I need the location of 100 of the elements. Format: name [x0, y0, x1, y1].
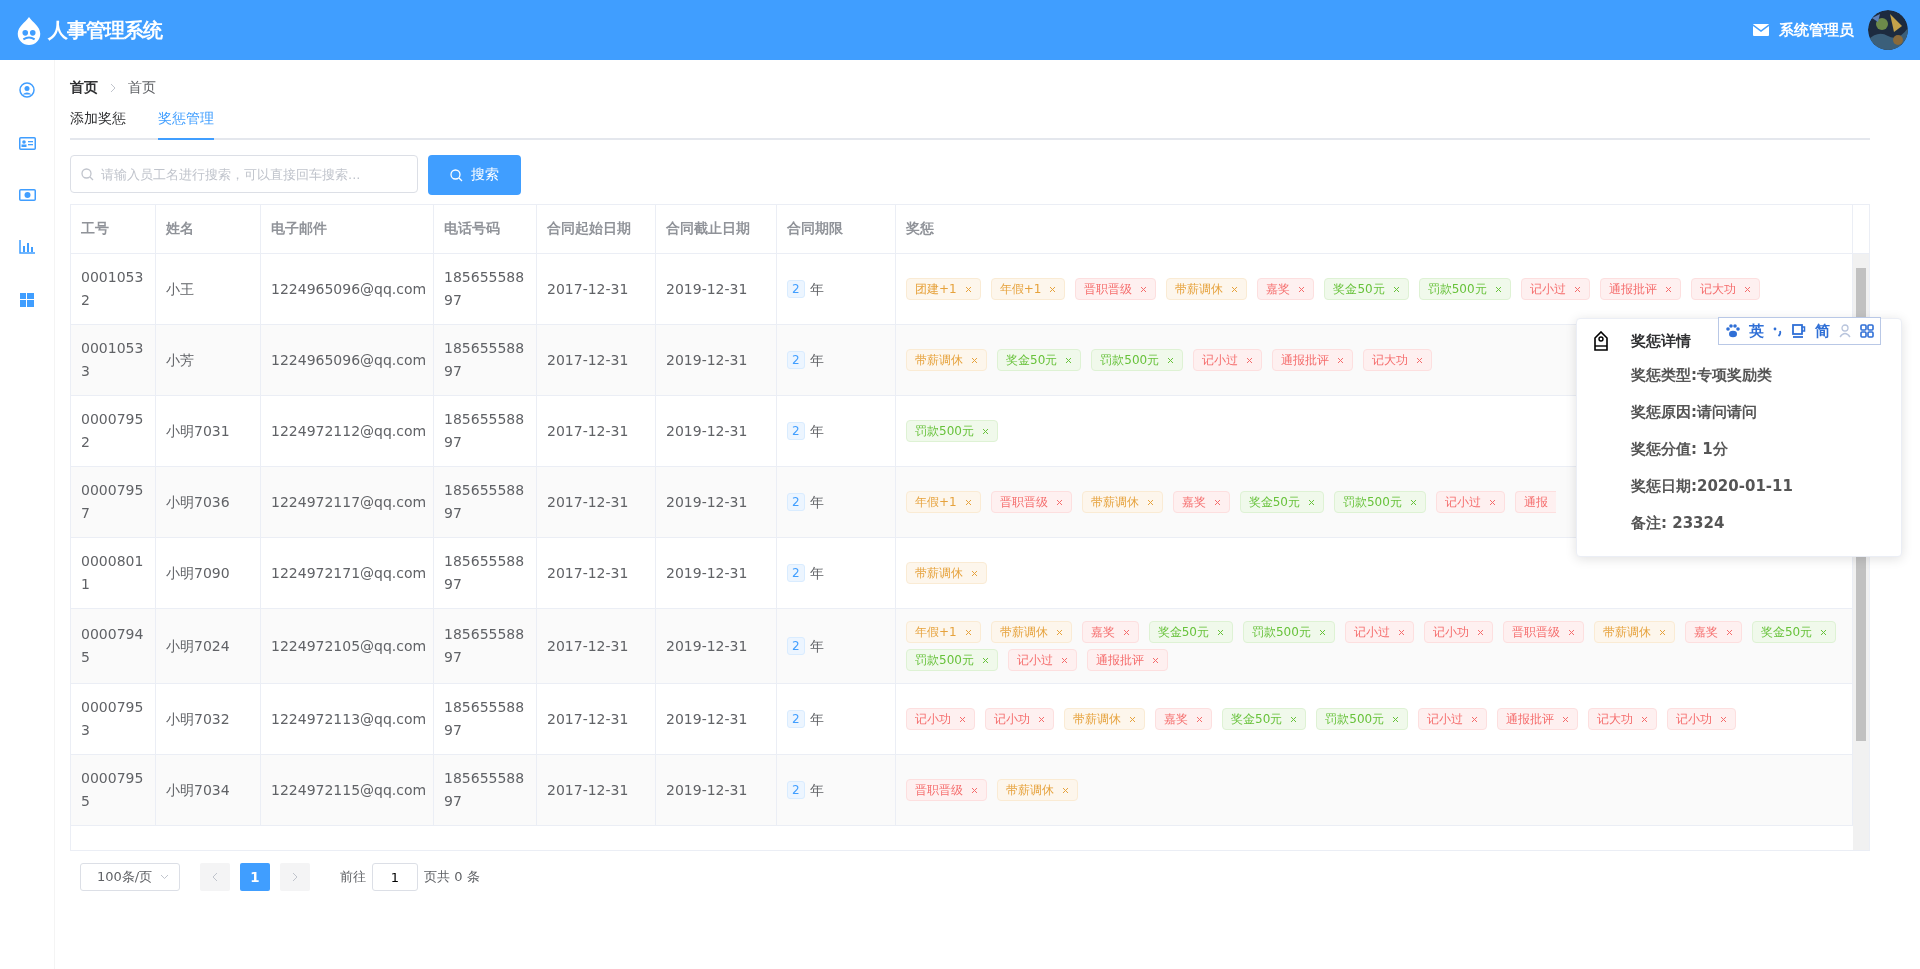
user-name[interactable]: 系统管理员 — [1779, 20, 1854, 40]
windows-icon[interactable] — [20, 293, 34, 307]
tab[interactable]: 奖惩管理 — [158, 110, 214, 140]
reward-tag[interactable]: 晋职晋级 — [1502, 621, 1584, 643]
close-icon[interactable] — [964, 285, 972, 293]
close-icon[interactable] — [964, 628, 972, 636]
reward-tag[interactable]: 奖金50元 — [1222, 708, 1307, 730]
close-icon[interactable] — [1065, 356, 1073, 364]
reward-tag[interactable]: 奖金50元 — [1148, 621, 1233, 643]
close-icon[interactable] — [1055, 628, 1063, 636]
close-icon[interactable] — [1231, 285, 1239, 293]
close-icon[interactable] — [1562, 715, 1570, 723]
close-icon[interactable] — [959, 715, 966, 723]
reward-tag[interactable]: 通报批评 — [1497, 708, 1579, 730]
reward-tag[interactable]: 带薪调休 — [990, 621, 1072, 643]
reward-tag[interactable]: 罚款500元 — [906, 649, 998, 671]
reward-tag[interactable]: 奖金50元 — [1751, 621, 1837, 643]
reward-tag[interactable]: 带薪调休 — [1081, 491, 1163, 513]
close-icon[interactable] — [1298, 285, 1306, 293]
mail-icon[interactable] — [1753, 24, 1769, 36]
close-icon[interactable] — [1567, 628, 1575, 636]
close-icon[interactable] — [1337, 356, 1345, 364]
close-icon[interactable] — [1743, 285, 1751, 293]
page-input[interactable]: 1 — [372, 863, 418, 891]
grid-icon[interactable] — [1860, 324, 1874, 338]
close-icon[interactable] — [1151, 656, 1159, 664]
paw-icon[interactable] — [1725, 324, 1740, 338]
close-icon[interactable] — [1409, 498, 1417, 506]
breadcrumb-item[interactable]: 首页 — [70, 79, 98, 97]
close-icon[interactable] — [1720, 715, 1728, 723]
close-icon[interactable] — [1055, 498, 1063, 506]
close-icon[interactable] — [1122, 628, 1130, 636]
reward-tag[interactable]: 带薪调休 — [997, 779, 1078, 801]
reward-tag[interactable]: 奖金50元 — [997, 349, 1082, 371]
close-icon[interactable] — [1140, 285, 1148, 293]
reward-tag[interactable]: 晋职晋级 — [990, 491, 1072, 513]
reward-tag[interactable]: 通报批评 — [1272, 349, 1354, 371]
close-icon[interactable] — [1494, 285, 1502, 293]
reward-tag[interactable]: 记小过 — [1418, 708, 1488, 730]
tab[interactable]: 添加奖惩 — [70, 110, 126, 140]
close-icon[interactable] — [1213, 498, 1221, 506]
close-icon[interactable] — [1488, 498, 1496, 506]
close-icon[interactable] — [1820, 628, 1828, 636]
close-icon[interactable] — [1146, 498, 1154, 506]
page-size-select[interactable]: 100条/页 — [80, 863, 180, 891]
reward-tag[interactable]: 记小过 — [1344, 621, 1414, 643]
close-icon[interactable] — [1060, 656, 1068, 664]
reward-tag[interactable]: 带薪调休 — [906, 562, 987, 584]
reward-tag[interactable]: 嘉奖 — [1257, 278, 1315, 300]
user-icon[interactable] — [19, 82, 35, 98]
reward-tag[interactable]: 记小过 — [1007, 649, 1077, 671]
reward-tag[interactable]: 记小功 — [1667, 708, 1737, 730]
reward-tag[interactable]: 奖金50元 — [1324, 278, 1409, 300]
reward-tag[interactable]: 年假+1 — [906, 491, 981, 513]
close-icon[interactable] — [1217, 628, 1224, 636]
reward-tag[interactable]: 嘉奖 — [1172, 491, 1230, 513]
reward-tag[interactable]: 嘉奖 — [1081, 621, 1139, 643]
reward-tag[interactable]: 通报批评 — [1086, 649, 1168, 671]
close-icon[interactable] — [1641, 715, 1649, 723]
close-icon[interactable] — [971, 569, 978, 577]
close-icon[interactable] — [1664, 285, 1672, 293]
close-icon[interactable] — [1397, 628, 1405, 636]
close-icon[interactable] — [981, 427, 989, 435]
close-icon[interactable] — [1129, 715, 1136, 723]
close-icon[interactable] — [1725, 628, 1733, 636]
reward-tag[interactable]: 罚款500元 — [1418, 278, 1511, 300]
close-icon[interactable] — [1658, 628, 1666, 636]
script-toggle[interactable]: 简 — [1815, 321, 1830, 341]
reward-tag[interactable]: 记小功 — [985, 708, 1054, 730]
cup-icon[interactable] — [1792, 324, 1806, 338]
reward-tag[interactable]: 记小过 — [1520, 278, 1590, 300]
reward-tag[interactable]: 奖金50元 — [1239, 491, 1324, 513]
bar-chart-icon[interactable] — [19, 240, 35, 254]
reward-tag[interactable]: 团建+1 — [906, 278, 981, 300]
close-icon[interactable] — [1573, 285, 1581, 293]
reward-tag[interactable]: 记小过 — [1193, 349, 1263, 371]
close-icon[interactable] — [1196, 715, 1203, 723]
close-icon[interactable] — [1471, 715, 1479, 723]
reward-tag[interactable]: 带薪调休 — [906, 349, 987, 371]
language-toggle[interactable]: 英 — [1749, 321, 1764, 341]
reward-tag[interactable]: 记大功 — [1690, 278, 1760, 300]
close-icon[interactable] — [1392, 715, 1400, 723]
reward-tag[interactable]: 记大功 — [1588, 708, 1658, 730]
reward-tag[interactable]: 带薪调休 — [1166, 278, 1248, 300]
search-field[interactable]: 请输入员工名进行搜索，可以直接回车搜索... — [70, 155, 418, 193]
close-icon[interactable] — [1049, 285, 1057, 293]
reward-tag[interactable]: 罚款500元 — [1091, 349, 1184, 371]
close-icon[interactable] — [981, 656, 989, 664]
reward-tag[interactable]: 罚款500元 — [1243, 621, 1335, 643]
reward-tag[interactable]: 晋职晋级 — [1075, 278, 1157, 300]
reward-tag[interactable]: 记小功 — [1423, 621, 1493, 643]
close-icon[interactable] — [1416, 356, 1424, 364]
close-icon[interactable] — [1476, 628, 1484, 636]
reward-tag[interactable]: 年假+1 — [906, 621, 981, 643]
reward-tag[interactable]: 通报批评 — [1599, 278, 1681, 300]
person-icon[interactable] — [1839, 324, 1851, 338]
close-icon[interactable] — [971, 356, 978, 364]
banknote-icon[interactable] — [18, 189, 36, 201]
reward-tag[interactable]: 记小过 — [1435, 491, 1505, 513]
punctuation-icon[interactable] — [1773, 325, 1783, 337]
